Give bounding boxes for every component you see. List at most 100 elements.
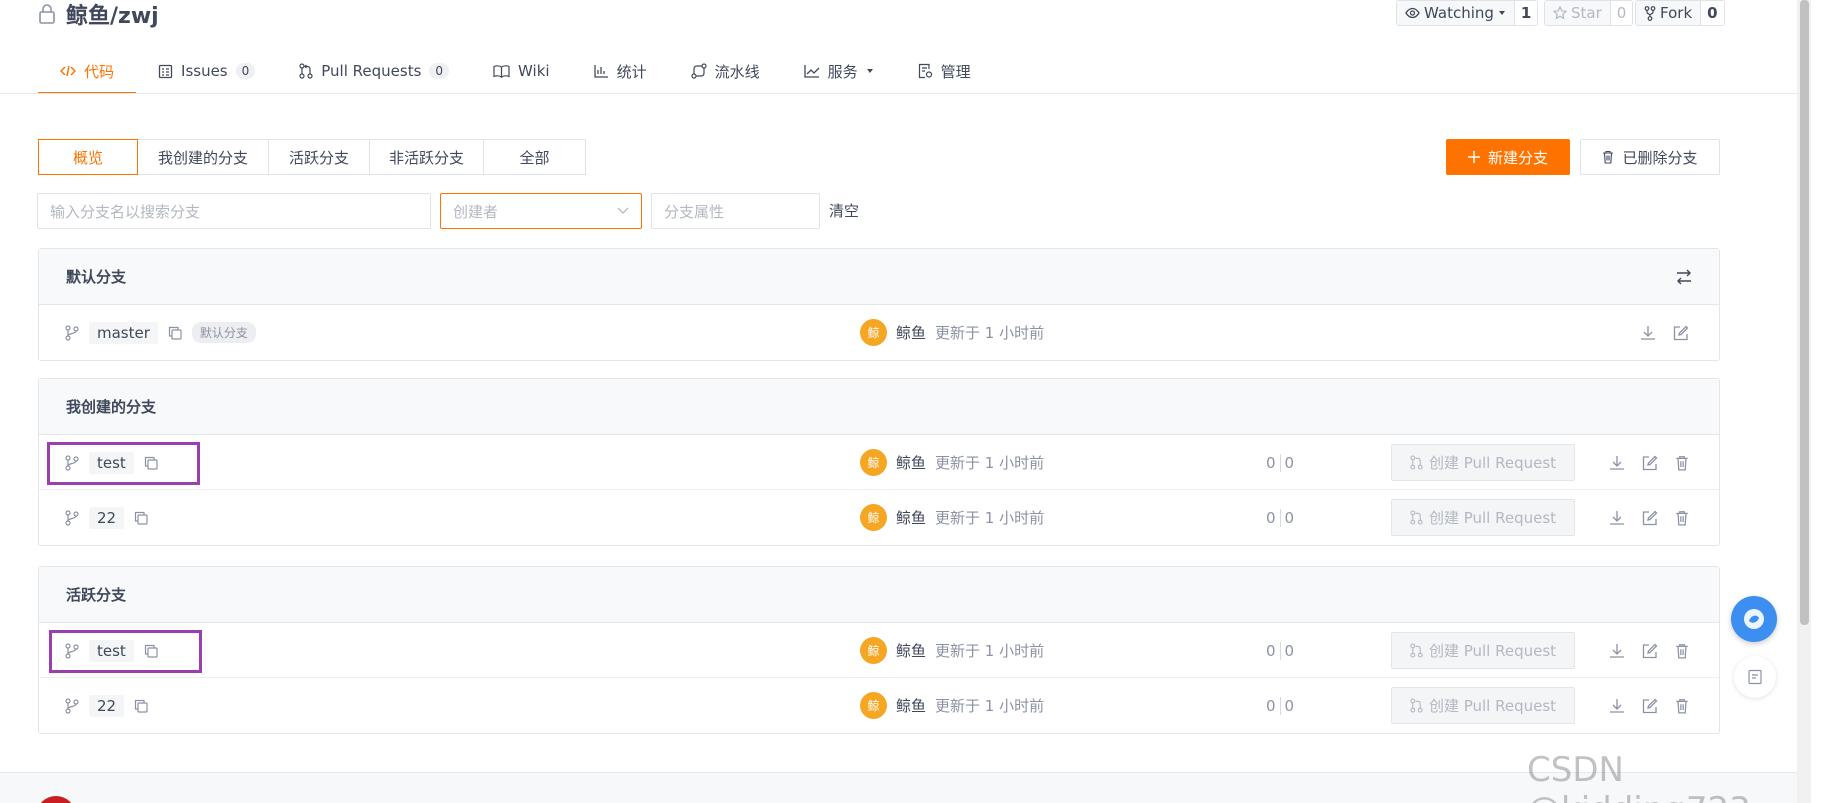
delete-icon[interactable] xyxy=(1675,455,1689,471)
avatar[interactable]: 鲸 xyxy=(860,319,887,346)
avatar[interactable]: 鲸 xyxy=(860,449,887,476)
tab-label: Wiki xyxy=(518,62,550,80)
fork-count[interactable]: 0 xyxy=(1700,1,1724,25)
deleted-branches-button[interactable]: 已删除分支 xyxy=(1580,139,1720,175)
create-pull-request-button[interactable]: 创建 Pull Request xyxy=(1391,444,1575,481)
edit-icon[interactable] xyxy=(1642,643,1658,659)
segment-active-branches[interactable]: 活跃分支 xyxy=(268,139,370,175)
tab-manage[interactable]: 管理 xyxy=(896,48,993,94)
creator-select[interactable]: 创建者 xyxy=(440,193,642,229)
branch-name[interactable]: master xyxy=(89,321,158,344)
branch-row: 22 鲸 鲸鱼 更新于 1 小时前 0 0 创建 Pull Request xyxy=(39,678,1719,733)
updated-time: 更新于 1 小时前 xyxy=(935,697,1045,715)
switch-default-branch-icon[interactable] xyxy=(1675,269,1693,285)
pr-label: 创建 Pull Request xyxy=(1428,509,1557,527)
row-actions xyxy=(1640,305,1689,360)
clear-filters-link[interactable]: 清空 xyxy=(829,200,859,221)
scrollbar-thumb[interactable] xyxy=(1800,0,1809,625)
author-name[interactable]: 鲸鱼 xyxy=(896,322,926,343)
segment-all-branches[interactable]: 全部 xyxy=(483,139,586,175)
behind-count: 0 xyxy=(1284,696,1295,715)
segment-overview[interactable]: 概览 xyxy=(38,139,138,175)
star-button-group[interactable]: Star 0 xyxy=(1544,0,1634,26)
branch-icon xyxy=(65,697,79,714)
edit-icon[interactable] xyxy=(1642,510,1658,526)
pr-label: 创建 Pull Request xyxy=(1428,454,1557,472)
tab-wiki[interactable]: Wiki xyxy=(471,48,572,94)
create-pull-request-button[interactable]: 创建 Pull Request xyxy=(1391,632,1575,669)
author-info: 鲸 鲸鱼 更新于 1 小时前 xyxy=(860,305,1044,360)
watch-button-group[interactable]: Watching 1 xyxy=(1396,0,1539,26)
tab-stats[interactable]: 统计 xyxy=(572,48,669,94)
delete-icon[interactable] xyxy=(1675,698,1689,714)
tab-pull-requests[interactable]: Pull Requests 0 xyxy=(277,48,471,94)
issues-count: 0 xyxy=(235,63,256,79)
tab-services[interactable]: 服务 xyxy=(782,48,896,94)
repo-path[interactable]: 鲸鱼/zwj xyxy=(66,0,159,30)
fork-label: Fork xyxy=(1660,4,1693,22)
avatar[interactable]: 鲸 xyxy=(860,504,887,531)
star-icon xyxy=(1553,6,1567,20)
copy-icon[interactable] xyxy=(134,511,148,525)
download-icon[interactable] xyxy=(1609,643,1625,659)
section-header: 活跃分支 xyxy=(39,567,1719,623)
download-icon[interactable] xyxy=(1609,455,1625,471)
avatar[interactable]: 鲸 xyxy=(860,692,887,719)
segment-inactive-branches[interactable]: 非活跃分支 xyxy=(369,139,484,175)
assistant-float-button[interactable] xyxy=(1731,596,1777,642)
edit-icon[interactable] xyxy=(1673,325,1689,341)
create-pull-request-button[interactable]: 创建 Pull Request xyxy=(1391,687,1575,724)
tab-issues[interactable]: Issues 0 xyxy=(136,48,277,94)
star-count[interactable]: 0 xyxy=(1609,1,1633,25)
author-name[interactable]: 鲸鱼 xyxy=(896,507,926,528)
updated-time: 更新于 1 小时前 xyxy=(935,642,1045,660)
branch-name[interactable]: 22 xyxy=(89,506,125,529)
author-info: 鲸 鲸鱼 更新于 1 小时前 xyxy=(860,435,1044,490)
feedback-float-button[interactable] xyxy=(1734,656,1776,698)
download-icon[interactable] xyxy=(1609,698,1625,714)
edit-icon[interactable] xyxy=(1642,455,1658,471)
ahead-behind: 0 0 xyxy=(1266,435,1294,490)
copy-icon[interactable] xyxy=(168,326,182,340)
author-info: 鲸 鲸鱼 更新于 1 小时前 xyxy=(860,678,1044,733)
delete-icon[interactable] xyxy=(1675,643,1689,659)
new-branch-button[interactable]: 新建分支 xyxy=(1446,139,1570,175)
behind-count: 0 xyxy=(1284,641,1295,660)
lock-icon xyxy=(38,4,56,24)
star-button[interactable]: Star xyxy=(1545,1,1610,25)
create-pull-request-button[interactable]: 创建 Pull Request xyxy=(1391,499,1575,536)
caret-down-icon xyxy=(866,68,874,74)
tab-pipeline[interactable]: 流水线 xyxy=(669,48,782,94)
behind-count: 0 xyxy=(1284,453,1295,472)
delete-icon[interactable] xyxy=(1675,510,1689,526)
highlight-box xyxy=(49,630,202,673)
copy-icon[interactable] xyxy=(134,699,148,713)
branch-row: test 鲸 鲸鱼 更新于 1 小时前 0 0 创建 Pull Request xyxy=(39,623,1719,678)
author-name[interactable]: 鲸鱼 xyxy=(896,695,926,716)
branch-attr-select[interactable]: 分支属性 xyxy=(651,193,820,229)
edit-icon[interactable] xyxy=(1642,698,1658,714)
fork-button[interactable]: Fork xyxy=(1636,1,1701,25)
book-icon xyxy=(493,64,510,78)
creator-placeholder: 创建者 xyxy=(453,202,499,221)
author-name[interactable]: 鲸鱼 xyxy=(896,640,926,661)
pr-label: 创建 Pull Request xyxy=(1428,697,1557,715)
branch-search-input[interactable]: 输入分支名以搜索分支 xyxy=(37,193,431,229)
divider xyxy=(1279,453,1281,472)
author-name[interactable]: 鲸鱼 xyxy=(896,452,926,473)
branch-attr-placeholder: 分支属性 xyxy=(664,202,725,221)
tab-code[interactable]: 代码 xyxy=(38,48,137,94)
branch-name[interactable]: 22 xyxy=(89,694,125,717)
download-icon[interactable] xyxy=(1640,325,1656,341)
watch-button[interactable]: Watching xyxy=(1397,1,1514,25)
ahead-count: 0 xyxy=(1266,641,1276,660)
watch-count[interactable]: 1 xyxy=(1513,1,1538,25)
fork-button-group[interactable]: Fork 0 xyxy=(1635,0,1725,26)
tab-label: 管理 xyxy=(940,62,971,81)
avatar[interactable]: 鲸 xyxy=(860,637,887,664)
tab-label: 统计 xyxy=(616,62,647,81)
segment-my-branches[interactable]: 我创建的分支 xyxy=(137,139,269,175)
eye-icon xyxy=(1405,7,1420,19)
row-actions xyxy=(1609,490,1689,545)
download-icon[interactable] xyxy=(1609,510,1625,526)
